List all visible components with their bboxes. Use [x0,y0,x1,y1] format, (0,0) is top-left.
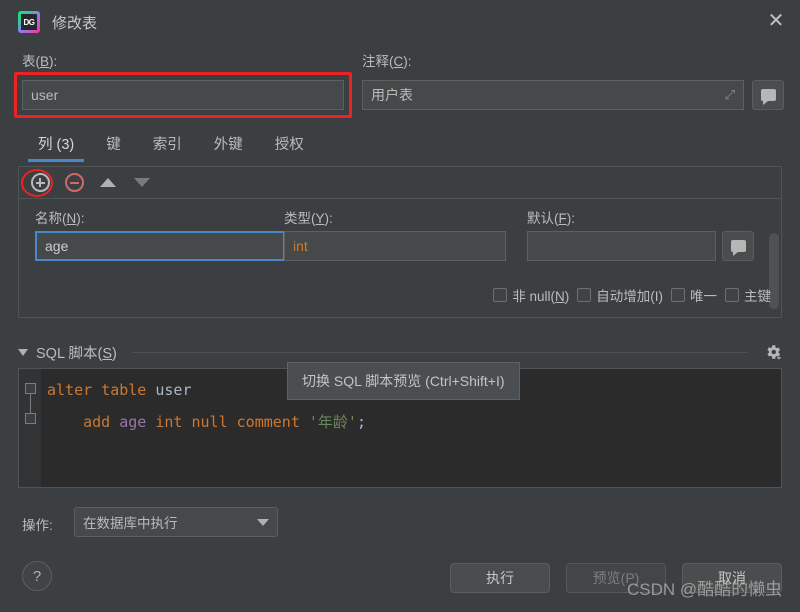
title-bar: 修改表 ✕ [0,0,800,44]
sql-script-header: SQL 脚本(S) [18,340,782,364]
remove-column-button[interactable] [63,172,85,194]
tab-indexes[interactable]: 索引 [137,131,198,162]
checkbox-label: 非 null(N) [512,289,570,304]
sql-token: age [119,413,147,431]
editor-gutter [19,369,41,487]
divider [132,351,748,353]
checkbox-primary-key[interactable]: 主键 [725,285,771,305]
checkbox-box [671,288,685,302]
sql-code-line-2: add age int null comment '年龄'; [47,411,366,432]
arrow-up-icon [100,178,116,187]
execute-button[interactable]: 执行 [450,563,550,593]
tab-columns[interactable]: 列 (3) [22,131,90,162]
column-default-comment-button[interactable] [722,231,754,261]
checkbox-box [725,288,739,302]
action-label: 操作: [22,518,53,533]
column-type-input[interactable]: int [284,231,506,261]
fold-icon[interactable] [25,383,36,394]
move-column-up-button[interactable] [97,172,119,194]
arrow-down-icon [134,178,150,187]
table-comment-button[interactable] [752,80,784,110]
sql-token: int null comment [146,413,309,431]
comment-bubble-icon [760,89,776,105]
plus-circle-icon [30,173,50,192]
sql-token: user [155,381,192,399]
tab-keys[interactable]: 键 [90,131,137,162]
close-icon[interactable]: ✕ [752,0,800,40]
checkbox-box [577,288,592,302]
column-name-label: 名称(N): [35,211,85,226]
sql-preview-tooltip: 切换 SQL 脚本预览 (Ctrl+Shift+I) [287,362,520,400]
checkbox-box [493,288,508,302]
sql-token: ; [356,413,366,431]
checkbox-unique[interactable]: 唯一 [671,285,717,305]
checkbox-label: 唯一 [690,289,717,304]
checkbox-auto-increment[interactable]: 自动增加(I) [577,285,663,305]
sql-token: alter table [47,381,156,399]
triangle-down-icon[interactable] [18,348,28,356]
sql-script-title: SQL 脚本(S) [36,345,117,362]
column-default-input[interactable] [527,231,716,261]
sql-token: '年龄' [308,413,357,431]
table-comment-value: 用户表 [371,87,413,103]
columns-panel: 名称(N): age 类型(Y): int 默认(F): 非 null(N) 自… [18,166,782,318]
tab-foreign-keys[interactable]: 外键 [198,131,259,162]
checkbox-label: 主键 [744,289,771,304]
table-comment-input[interactable]: 用户表 ⤢ [362,80,744,110]
add-column-button[interactable] [29,172,51,194]
column-default-label: 默认(F): [527,211,575,226]
watermark: CSDN @酷酷的懒虫 [627,580,783,599]
column-type-label: 类型(Y): [284,211,333,226]
fold-line [30,394,31,414]
window-title: 修改表 [52,14,98,32]
comment-bubble-icon [730,240,746,256]
tab-bar: 列 (3) 键 索引 外键 授权 [22,130,778,162]
action-select-value: 在数据库中执行 [83,516,178,531]
column-flags: 非 null(N) 自动增加(I) 唯一 主键 [493,285,771,305]
checkbox-label: 自动增加(I) [596,289,663,304]
minus-circle-icon [64,173,84,192]
column-editor: 名称(N): age 类型(Y): int 默认(F): 非 null(N) 自… [19,199,781,317]
table-name-input[interactable]: user [22,80,344,110]
table-name-label: 表(B): [22,54,58,69]
gear-icon[interactable] [764,343,782,361]
datagrip-icon [18,11,40,33]
sql-token: add [47,413,120,431]
move-column-down-button[interactable] [131,172,153,194]
fold-icon[interactable] [25,413,36,424]
action-select[interactable]: 在数据库中执行 [74,507,278,537]
sql-code-line-1: alter table user [47,381,192,399]
tab-grants[interactable]: 授权 [259,131,320,162]
column-name-input[interactable]: age [35,231,285,261]
checkbox-not-null[interactable]: 非 null(N) [493,285,569,305]
modify-table-dialog: 修改表 ✕ 表(B): user 注释(C): 用户表 ⤢ 列 (3) 键 索引… [0,0,800,612]
expand-icon[interactable]: ⤢ [725,87,735,103]
table-comment-label: 注释(C): [362,54,412,69]
chevron-down-icon [257,518,269,526]
help-button[interactable]: ? [22,561,52,591]
columns-toolbar [19,167,781,199]
